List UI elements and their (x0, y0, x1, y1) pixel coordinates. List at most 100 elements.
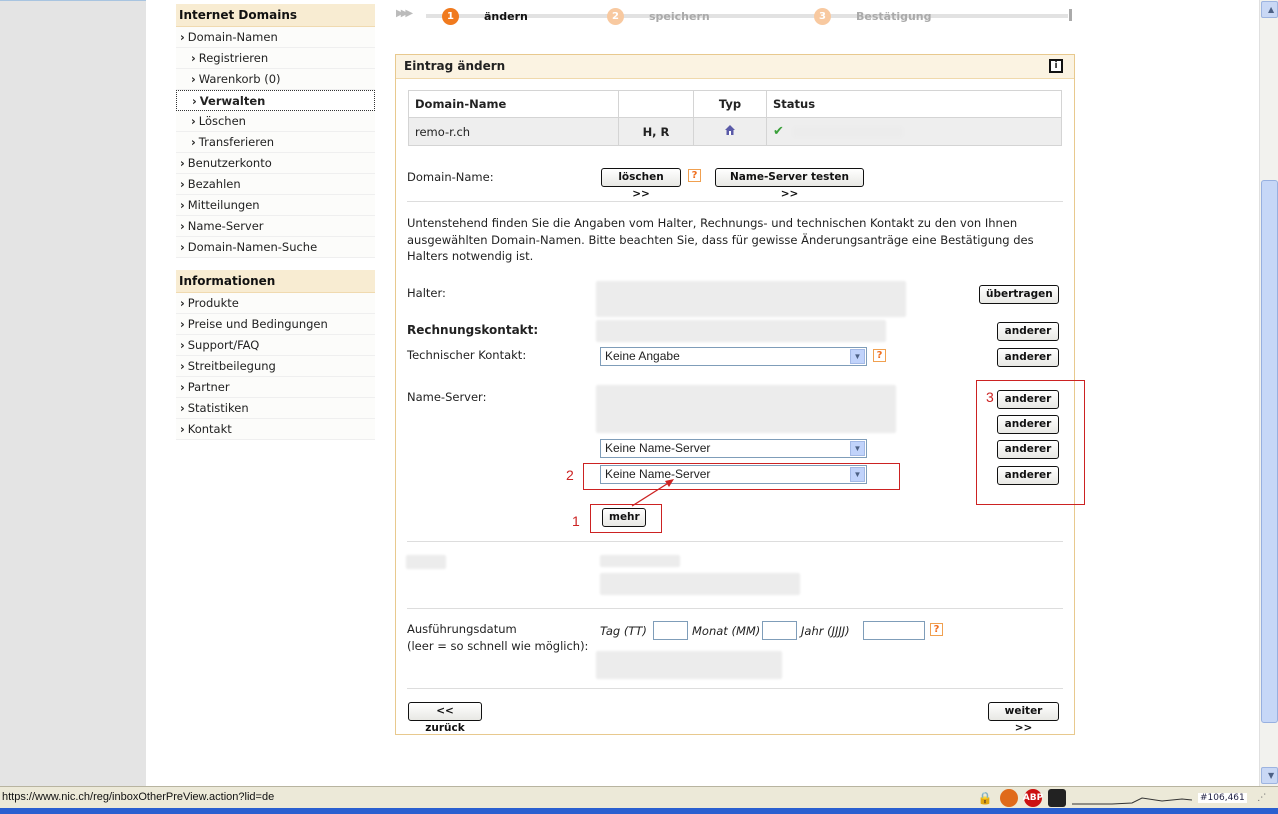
sidebar-item-statistics[interactable]: › Statistiken (176, 398, 375, 419)
sidebar-item-products[interactable]: › Produkte (176, 293, 375, 314)
scroll-down-icon[interactable]: ▼ (1261, 767, 1278, 784)
chevron-right-icon: › (180, 198, 185, 212)
sidebar-item-domain-names[interactable]: › Domain-Namen (176, 27, 375, 48)
chevron-right-icon: › (180, 338, 185, 352)
chevron-right-icon: › (180, 219, 185, 233)
scroll-up-icon[interactable]: ▲ (1261, 1, 1278, 18)
day-input[interactable] (653, 621, 688, 640)
sidebar-item-partner[interactable]: › Partner (176, 377, 375, 398)
sidebar-item-transfer[interactable]: › Transferieren (176, 132, 375, 153)
divider (407, 541, 1063, 542)
sidebar-nav: Internet Domains › Domain-Namen › Registri… (176, 4, 375, 440)
sidebar-item-cart[interactable]: › Warenkorb (0) (176, 69, 375, 90)
divider (407, 201, 1063, 202)
sidebar-item-account[interactable]: › Benutzerkonto (176, 153, 375, 174)
vertical-scrollbar[interactable]: ▲ ▼ (1259, 0, 1278, 786)
blurred-holder (596, 281, 906, 317)
status-icons: 🔒 ABP #106,461 ⋰ (976, 789, 1271, 807)
chevron-right-icon: › (180, 401, 185, 415)
holder-label: Halter: (407, 286, 446, 300)
annotation-number-2: 2 (566, 467, 574, 483)
help-icon[interactable]: ? (930, 623, 943, 636)
divider (407, 688, 1063, 689)
chevron-right-icon: › (180, 317, 185, 331)
annotation-number-3: 3 (986, 389, 994, 405)
tech-contact-select[interactable]: Keine Angabe ▼ (600, 347, 867, 366)
sidebar-section-information: Informationen (176, 270, 375, 293)
step-label: Bestätigung (856, 9, 932, 23)
sidebar-item-dispute[interactable]: › Streitbeilegung (176, 356, 375, 377)
chevron-right-icon: › (180, 30, 185, 44)
chevron-right-icon: › (191, 72, 196, 86)
scrollbar-thumb[interactable] (1261, 180, 1278, 723)
sidebar-item-pay[interactable]: › Bezahlen (176, 174, 375, 195)
annotation-arrow-icon (631, 479, 674, 507)
delete-button[interactable]: löschen >> (601, 168, 681, 200)
cell-flags: H, R (618, 117, 694, 146)
blurred-status (793, 127, 903, 137)
extension-icon[interactable] (1048, 789, 1066, 807)
annotation-box-1 (590, 504, 662, 533)
transfer-button[interactable]: übertragen (979, 285, 1059, 304)
next-button[interactable]: weiter >> (988, 702, 1059, 734)
sidebar-item-register[interactable]: › Registrieren (176, 48, 375, 69)
step-2: 2 speichern (607, 7, 710, 25)
lock-icon: 🔒 (977, 791, 993, 805)
step-label: ändern (484, 9, 528, 23)
day-label: Tag (TT) (600, 624, 647, 638)
name-server-label: Name-Server: (407, 390, 487, 404)
intro-text: Untenstehend finden Sie die Angaben vom … (407, 216, 1034, 263)
chevron-right-icon: › (191, 51, 196, 65)
domain-name-label: Domain-Name: (407, 170, 494, 184)
billing-contact-label: Rechnungskontakt: (407, 323, 539, 337)
status-bar: https://www.nic.ch/reg/inboxOtherPreView… (0, 786, 1278, 808)
step-number: 3 (814, 7, 831, 25)
blurred-type-value (600, 555, 680, 567)
adblock-icon[interactable]: ABP (1023, 789, 1043, 807)
firefox-icon[interactable] (1000, 789, 1018, 807)
col-flags (618, 90, 694, 118)
back-button[interactable]: << zurück (408, 702, 482, 734)
resize-grip-icon: ⋰ (1257, 793, 1267, 803)
sidebar-item-prices[interactable]: › Preise und Bedingungen (176, 314, 375, 335)
other-tech-button[interactable]: anderer (997, 348, 1059, 367)
step-number: 1 (442, 7, 459, 25)
cell-domain: remo-r.ch (408, 117, 619, 146)
sidebar-item-manage[interactable]: › Verwalten (176, 90, 375, 111)
edit-entry-panel: Eintrag ändern i Domain-Name Typ Status … (395, 54, 1075, 735)
test-name-server-button[interactable]: Name-Server testen >> (715, 168, 864, 200)
sidebar-section-internet-domains: Internet Domains (176, 4, 375, 27)
sidebar-item-name-server[interactable]: › Name-Server (176, 216, 375, 237)
col-type: Typ (693, 90, 767, 118)
status-url: https://www.nic.ch/reg/inboxOtherPreView… (2, 791, 275, 803)
chevron-right-icon: › (180, 422, 185, 436)
execution-date-label: Ausführungsdatum (407, 622, 517, 636)
blurred-type-button (600, 573, 800, 595)
step-3: 3 Bestätigung (814, 7, 932, 25)
chevron-right-icon: › (180, 156, 185, 170)
chevron-right-icon: › (180, 359, 185, 373)
sidebar-item-support[interactable]: › Support/FAQ (176, 335, 375, 356)
col-status: Status (766, 90, 1062, 118)
month-input[interactable] (762, 621, 797, 640)
info-icon[interactable]: i (1049, 59, 1063, 73)
panel-header: Eintrag ändern i (396, 55, 1074, 79)
year-input[interactable] (863, 621, 925, 640)
chevron-down-icon: ▼ (850, 441, 865, 456)
home-icon (724, 124, 736, 136)
sidebar-item-messages[interactable]: › Mitteilungen (176, 195, 375, 216)
step-1: 1 ändern (442, 7, 528, 25)
sidebar-item-contact[interactable]: › Kontakt (176, 419, 375, 440)
other-billing-button[interactable]: anderer (997, 322, 1059, 341)
sidebar-item-delete[interactable]: › Löschen (176, 111, 375, 132)
blurred-name-servers (596, 385, 896, 433)
chevron-right-icon: › (191, 114, 196, 128)
help-icon[interactable]: ? (688, 169, 701, 182)
chevron-right-icon: › (180, 296, 185, 310)
blurred-date-option (596, 651, 782, 679)
help-icon[interactable]: ? (873, 349, 886, 362)
step-number: 2 (607, 7, 624, 25)
sidebar-item-domain-search[interactable]: › Domain-Namen-Suche (176, 237, 375, 258)
name-server-select-3[interactable]: Keine Name-Server ▼ (600, 439, 867, 458)
tech-contact-label: Technischer Kontakt: (407, 348, 527, 362)
